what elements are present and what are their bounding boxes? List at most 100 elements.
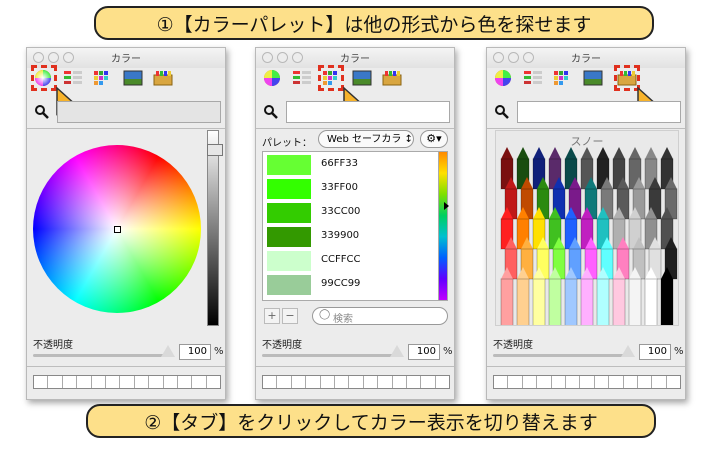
crayons-tab[interactable]	[153, 69, 173, 87]
crayon-tip[interactable]	[629, 147, 641, 159]
gear-icon: ⚙▾	[426, 132, 442, 145]
opacity-unit: %	[674, 346, 684, 357]
sliders-tab[interactable]	[292, 69, 312, 87]
color-wells[interactable]	[493, 375, 681, 389]
list-item[interactable]: 66FF33	[265, 154, 437, 176]
crayons-tab[interactable]	[382, 69, 402, 87]
opacity-field[interactable]: 100	[179, 344, 211, 360]
color-name: 99CC99	[321, 278, 361, 289]
opacity-knob[interactable]	[621, 345, 635, 357]
search-icon: ◯	[319, 309, 331, 320]
opacity-knob[interactable]	[390, 345, 404, 357]
list-item[interactable]: CCFFCC	[265, 250, 437, 272]
search-input[interactable]	[286, 101, 450, 123]
brightness-knob[interactable]	[207, 144, 223, 156]
color-wheel-tab[interactable]	[493, 69, 513, 87]
color-name: 339900	[321, 230, 360, 241]
divider	[487, 128, 685, 129]
sliders-tab[interactable]	[63, 69, 83, 87]
crayon[interactable]	[596, 278, 610, 325]
color-swatch	[267, 275, 311, 295]
opacity-label: 不透明度	[262, 340, 302, 351]
crayon[interactable]	[644, 278, 658, 325]
list-item[interactable]: 339900	[265, 226, 437, 248]
color-search-field[interactable]: ◯ 検索	[312, 307, 448, 325]
colors-panel-wheel: カラー 不透明度 100 %	[26, 47, 226, 400]
bottom-callout-banner: ②【タブ】をクリックしてカラー表示を切り替えます	[86, 404, 656, 438]
wheel-selector[interactable]	[114, 226, 121, 233]
crayon[interactable]	[548, 278, 562, 325]
color-search-placeholder: 検索	[333, 314, 353, 325]
palettes-tab[interactable]	[93, 69, 113, 87]
remove-color-button[interactable]: −	[282, 308, 298, 324]
colors-panel-crayons: カラー スノー 不透明度 100 %	[486, 47, 686, 400]
palette-label: パレット：	[262, 138, 312, 149]
image-palette-tab[interactable]	[352, 69, 372, 87]
crayon[interactable]	[532, 278, 546, 325]
crayon-tip[interactable]	[613, 147, 625, 159]
crayons-grid[interactable]	[496, 147, 678, 325]
crayon[interactable]	[660, 278, 674, 325]
opacity-field[interactable]: 100	[408, 344, 440, 360]
crayon[interactable]	[516, 278, 530, 325]
opacity-field[interactable]: 100	[639, 344, 671, 360]
color-name: 33CC00	[321, 206, 361, 217]
search-input[interactable]	[517, 101, 681, 123]
palettes-tab[interactable]	[553, 69, 573, 87]
opacity-unit: %	[214, 346, 224, 357]
color-swatch	[267, 227, 311, 247]
search-input[interactable]	[57, 101, 221, 123]
tab-highlight	[31, 65, 57, 91]
sliders-tab[interactable]	[523, 69, 543, 87]
color-wells[interactable]	[33, 375, 221, 389]
title-bar: カラー	[487, 48, 685, 68]
list-item[interactable]: 33CC00	[265, 202, 437, 224]
search-area	[33, 101, 221, 123]
crayon-tip[interactable]	[549, 147, 561, 159]
image-palette-tab[interactable]	[583, 69, 603, 87]
image-palette-tab[interactable]	[123, 69, 143, 87]
crayon-tip[interactable]	[533, 147, 545, 159]
palette-select[interactable]: Web セーフカラ ↕	[318, 130, 414, 148]
opacity-slider[interactable]	[33, 354, 173, 357]
crayon[interactable]	[564, 278, 578, 325]
opacity-slider[interactable]	[262, 354, 402, 357]
crayon[interactable]	[580, 278, 594, 325]
opacity-unit: %	[443, 346, 453, 357]
brightness-slider[interactable]	[207, 130, 219, 326]
add-color-button[interactable]: +	[264, 308, 280, 324]
color-swatch	[267, 179, 311, 199]
spectrum-marker	[444, 202, 449, 210]
gear-menu-button[interactable]: ⚙▾	[420, 130, 448, 148]
opacity-slider[interactable]	[493, 354, 633, 357]
crayon-tip[interactable]	[645, 147, 657, 159]
crayon-tip[interactable]	[581, 147, 593, 159]
crayon-tip[interactable]	[517, 147, 529, 159]
crayon-tip[interactable]	[501, 147, 513, 159]
list-item[interactable]: 99CC99	[265, 274, 437, 296]
divider	[487, 366, 685, 367]
top-callout-banner: ①【カラーパレット】は他の形式から色を探せます	[94, 6, 654, 40]
color-swatch	[267, 155, 311, 175]
window-title: カラー	[571, 54, 601, 65]
crayon[interactable]	[612, 278, 626, 325]
color-wells[interactable]	[262, 375, 450, 389]
colors-panel-palettes: カラー パレット： Web セーフカラ ↕ ⚙▾ 66FF33 33FF00 3…	[255, 47, 455, 400]
divider	[27, 366, 225, 367]
title-bar: カラー	[256, 48, 454, 68]
crayon-tip[interactable]	[565, 147, 577, 159]
opacity-knob[interactable]	[161, 345, 175, 357]
search-icon	[35, 104, 49, 123]
crayon-tip[interactable]	[597, 147, 609, 159]
color-wheel-tab[interactable]	[262, 69, 282, 87]
window-title: カラー	[111, 54, 141, 65]
window-title: カラー	[340, 54, 370, 65]
palette-spectrum-strip[interactable]	[438, 151, 448, 301]
crayon-tip[interactable]	[661, 147, 673, 159]
search-area	[262, 101, 450, 123]
divider	[256, 366, 454, 367]
list-item[interactable]: 33FF00	[265, 178, 437, 200]
crayon[interactable]	[628, 278, 642, 325]
search-icon	[495, 104, 509, 123]
crayon[interactable]	[500, 278, 514, 325]
